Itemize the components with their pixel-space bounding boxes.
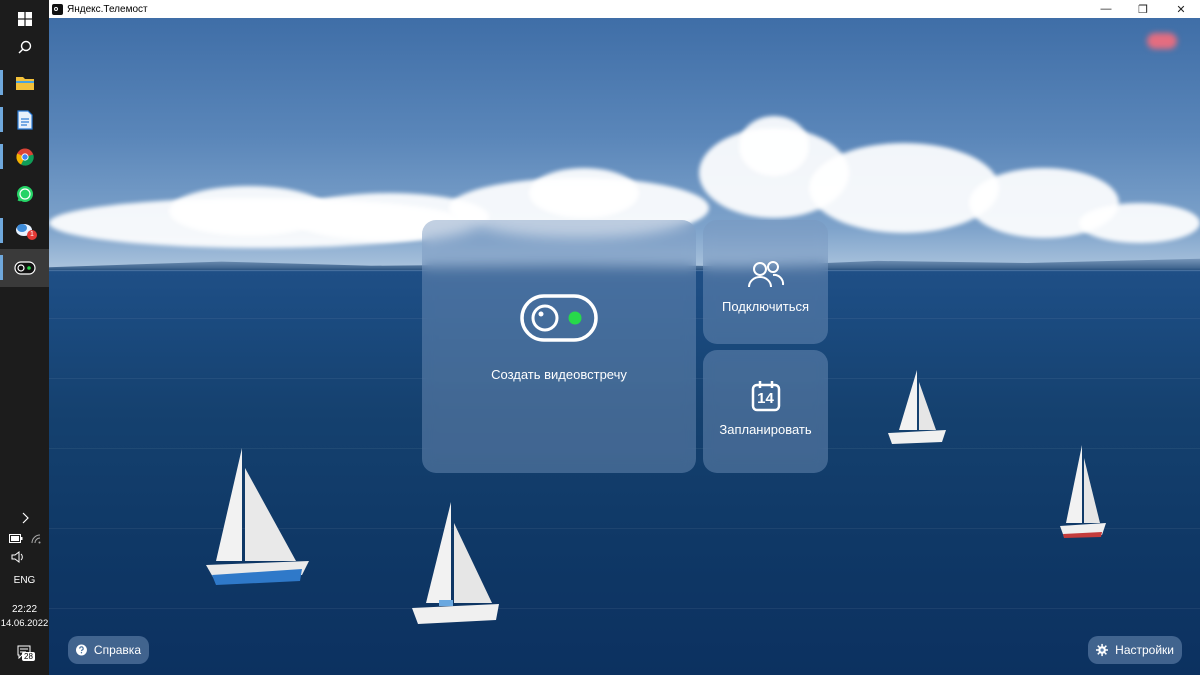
- chrome-icon: [15, 148, 34, 166]
- gear-icon: [1096, 643, 1109, 657]
- telemost-window: Яндекс.Телемост — ❐ ✕ Создать видеовстре…: [49, 0, 1200, 675]
- sailboat: [888, 370, 946, 444]
- search-icon: [18, 40, 31, 53]
- network-icon[interactable]: [31, 534, 41, 544]
- calendar-icon: 14: [751, 380, 781, 412]
- windows-logo-icon: [17, 11, 32, 26]
- people-icon: [747, 260, 784, 287]
- taskbar-whatsapp[interactable]: [0, 175, 49, 212]
- taskbar-telemost[interactable]: [0, 249, 49, 287]
- wave: [49, 608, 1200, 609]
- camera-toggle-icon: [520, 294, 598, 342]
- volume-icon: [11, 551, 23, 563]
- tray-status-icons: [0, 534, 49, 544]
- clock-time[interactable]: 22:22: [0, 604, 49, 615]
- cloud: [1079, 203, 1200, 243]
- cloud: [809, 143, 999, 233]
- minimize-button[interactable]: —: [1087, 0, 1125, 18]
- running-indicator: [0, 107, 3, 132]
- taskbar-search-button[interactable]: [0, 28, 49, 65]
- cloud: [739, 116, 809, 176]
- help-icon: [76, 644, 87, 656]
- notification-center-button[interactable]: 28: [0, 644, 49, 666]
- notification-count: 28: [22, 652, 35, 661]
- user-avatar[interactable]: [1147, 33, 1177, 49]
- taskbar-file-explorer[interactable]: [0, 64, 49, 101]
- restore-button[interactable]: ❐: [1124, 0, 1162, 18]
- folder-icon: [15, 76, 34, 90]
- sailboat: [412, 502, 499, 624]
- cloud: [529, 168, 639, 218]
- background-sea-image: Создать видеовстречу Подключиться 14 Зап…: [49, 18, 1200, 675]
- language-indicator[interactable]: ENG: [0, 575, 49, 586]
- sailboat: [1060, 445, 1106, 538]
- document-icon: [16, 109, 33, 130]
- help-label: Справка: [93, 643, 141, 657]
- taskbar-mail[interactable]: 1: [0, 212, 49, 249]
- taskbar-chrome[interactable]: [0, 138, 49, 175]
- battery-icon[interactable]: [8, 534, 23, 543]
- close-button[interactable]: ✕: [1162, 0, 1200, 18]
- help-button[interactable]: Справка: [68, 636, 149, 664]
- window-title: Яндекс.Телемост: [67, 3, 148, 15]
- telemost-logo-icon: [52, 3, 63, 15]
- title-bar[interactable]: Яндекс.Телемост — ❐ ✕: [49, 0, 1200, 18]
- running-indicator: [0, 144, 3, 169]
- running-indicator: [0, 70, 3, 95]
- show-hidden-icons-button[interactable]: [0, 512, 49, 527]
- create-meeting-label: Создать видеовстречу: [491, 367, 627, 382]
- running-indicator: [0, 255, 3, 280]
- sailboat: [206, 448, 309, 585]
- calendar-day: 14: [757, 390, 774, 407]
- clock-date[interactable]: 14.06.2022: [0, 618, 49, 629]
- schedule-meeting-button[interactable]: 14 Запланировать: [703, 350, 828, 473]
- mail-badge: 1: [27, 230, 37, 240]
- telemost-icon: [13, 261, 36, 275]
- join-meeting-button[interactable]: Подключиться: [703, 220, 828, 344]
- running-indicator: [0, 218, 3, 243]
- chevron-right-icon: [22, 512, 29, 524]
- join-meeting-label: Подключиться: [721, 298, 810, 314]
- settings-button[interactable]: Настройки: [1088, 636, 1182, 664]
- volume-button[interactable]: [0, 551, 49, 563]
- whatsapp-icon: [16, 185, 33, 202]
- settings-label: Настройки: [1115, 643, 1174, 657]
- schedule-meeting-label: Запланировать: [719, 422, 812, 437]
- taskbar: 1 ENG 22:22 14.06.2022 28: [0, 0, 49, 675]
- create-meeting-button[interactable]: Создать видеовстречу: [422, 220, 696, 473]
- taskbar-document[interactable]: [0, 101, 49, 138]
